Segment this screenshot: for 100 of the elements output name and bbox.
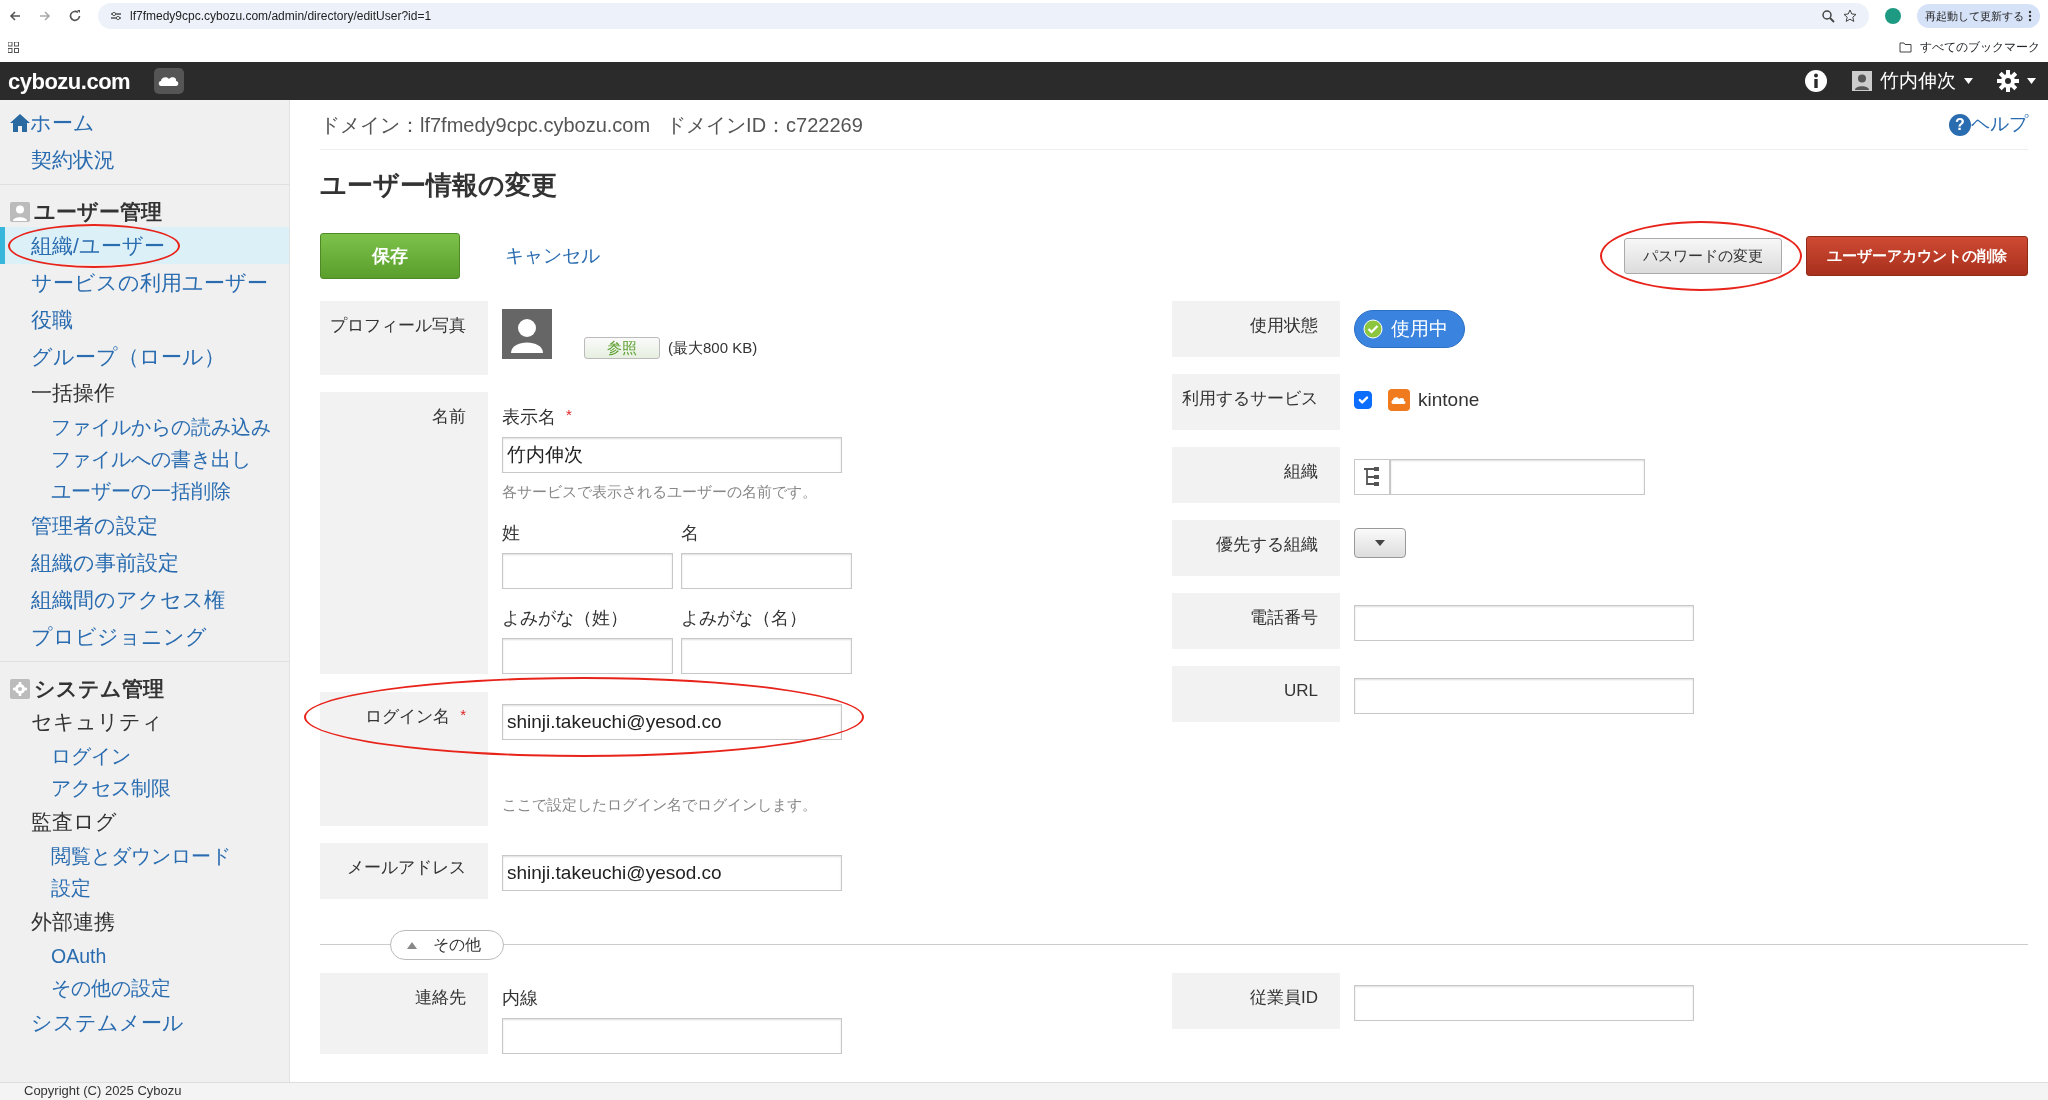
app-logo-icon bbox=[1388, 389, 1410, 412]
sidebar-group-label: 外部連携 bbox=[30, 909, 116, 935]
page-title: ユーザー情報の変更 bbox=[320, 170, 558, 202]
avatar-silhouette-icon bbox=[502, 309, 552, 360]
star-icon[interactable] bbox=[1843, 9, 1857, 23]
sidebar-link[interactable]: 設定 bbox=[0, 872, 289, 904]
field-label: ログイン名 bbox=[365, 705, 451, 728]
domain-id-text: ドメインID：c722269 bbox=[666, 112, 863, 138]
delete-account-button[interactable]: ユーザーアカウントの削除 bbox=[1806, 236, 2028, 277]
field-label: 優先する組織 bbox=[1216, 534, 1318, 557]
text-field[interactable] bbox=[1390, 459, 1645, 496]
service-checkbox[interactable] bbox=[1354, 391, 1372, 410]
url-text: lf7fmedy9cpc.cybozu.com/admin/directory/editUser?id=1 bbox=[130, 8, 433, 25]
info-icon[interactable] bbox=[1804, 69, 1828, 93]
site-info-icon[interactable] bbox=[110, 10, 122, 22]
dropdown-button[interactable] bbox=[1354, 528, 1406, 559]
sidebar-link[interactable]: その他の設定 bbox=[0, 972, 289, 1004]
sidebar-link[interactable]: 組織の事前設定 bbox=[0, 544, 289, 581]
field-label: メールアドレス bbox=[347, 857, 466, 880]
section-heading: システム管理 bbox=[34, 676, 164, 702]
status-toggle[interactable]: 使用中 bbox=[1354, 310, 1465, 349]
sidebar-link[interactable]: OAuth bbox=[0, 940, 289, 972]
home-icon[interactable] bbox=[10, 113, 30, 132]
sidebar-link[interactable]: ログイン bbox=[0, 740, 289, 772]
caret-icon bbox=[1375, 540, 1385, 547]
help-link[interactable]: ? ヘルプ bbox=[1949, 110, 2028, 139]
text-field[interactable] bbox=[502, 637, 673, 674]
field-label: プロフィール写真 bbox=[330, 315, 466, 338]
browse-button[interactable]: 参照 bbox=[584, 337, 660, 360]
reload-icon[interactable] bbox=[68, 9, 82, 23]
sidebar-link[interactable]: 管理者の設定 bbox=[0, 507, 289, 544]
sidebar-link[interactable]: 組織間のアクセス権 bbox=[0, 581, 289, 618]
more-icon[interactable] bbox=[2028, 10, 2032, 22]
field-label: URL bbox=[1284, 680, 1318, 703]
sidebar-group-label: 一括操作 bbox=[30, 380, 116, 406]
hint-text: ここで設定したログイン名でログインします。 bbox=[502, 794, 818, 815]
text-field[interactable] bbox=[681, 552, 852, 589]
text-field[interactable] bbox=[1354, 605, 1694, 642]
text-field[interactable] bbox=[1354, 985, 1694, 1022]
sidebar-link[interactable]: サービスの利用ユーザー bbox=[0, 264, 289, 301]
user-menu[interactable]: 竹内伸次 bbox=[1852, 66, 1973, 96]
sidebar-link[interactable]: 契約状況 bbox=[0, 141, 289, 178]
update-button[interactable]: 再起動して更新する bbox=[1917, 4, 2040, 28]
help-icon[interactable]: ? bbox=[1949, 113, 1971, 136]
file-size-note: (最大800 KB) bbox=[668, 337, 758, 358]
profile-avatar-icon[interactable] bbox=[1885, 8, 1901, 24]
sidebar-link[interactable]: グループ（ロール） bbox=[0, 338, 289, 375]
triangle-up-icon[interactable] bbox=[407, 941, 417, 949]
other-section-toggle[interactable]: その他 bbox=[390, 930, 504, 961]
sidebar-link[interactable]: 閲覧とダウンロード bbox=[0, 840, 289, 872]
text-field[interactable] bbox=[502, 1018, 842, 1055]
sidebar-link[interactable]: 役職 bbox=[0, 301, 289, 338]
bookmarks-link[interactable]: すべてのブックマーク bbox=[1899, 38, 2040, 56]
field-label: 表示名 bbox=[502, 406, 556, 430]
apps-grid-icon[interactable] bbox=[8, 41, 19, 53]
cloud-logo-icon[interactable] bbox=[154, 68, 185, 94]
text-field[interactable]: 竹内伸次 bbox=[502, 437, 842, 474]
settings-icon[interactable] bbox=[1997, 70, 2019, 92]
field-label: 組織 bbox=[1284, 461, 1318, 484]
service-name: kintone bbox=[1418, 388, 1480, 413]
field-label: 従業員ID bbox=[1250, 987, 1318, 1010]
text-field[interactable]: shinji.takeuchi@yesod.co bbox=[502, 703, 842, 740]
org-tree-icon[interactable] bbox=[1354, 459, 1390, 496]
field-label: 利用するサービス bbox=[1182, 388, 1318, 411]
text-field[interactable] bbox=[1354, 678, 1694, 715]
field-label: 内線 bbox=[502, 987, 539, 1011]
text-field[interactable]: shinji.takeuchi@yesod.co bbox=[502, 855, 842, 892]
sidebar-group-label: 監査ログ bbox=[30, 809, 118, 835]
field-label: 使用状態 bbox=[1250, 315, 1318, 338]
change-password-button[interactable]: パスワードの変更 bbox=[1624, 238, 1782, 275]
text-field[interactable] bbox=[502, 552, 673, 589]
sidebar-link[interactable]: ファイルへの書き出し bbox=[0, 443, 289, 475]
address-bar[interactable]: lf7fmedy9cpc.cybozu.com/admin/directory/editUser?id=1 bbox=[98, 3, 1869, 29]
save-button[interactable]: 保存 bbox=[320, 233, 460, 280]
sidebar-group-label: セキュリティ bbox=[30, 709, 164, 735]
text-field[interactable] bbox=[681, 637, 852, 674]
folder-icon[interactable] bbox=[1899, 41, 1912, 53]
user-icon bbox=[10, 202, 30, 222]
sidebar-link[interactable]: 組織/ユーザー bbox=[0, 227, 289, 264]
required-mark: * bbox=[566, 405, 572, 426]
field-label: 名前 bbox=[432, 406, 466, 429]
logo-text[interactable]: cybozu.com bbox=[8, 64, 131, 98]
field-label: よみがな（姓） bbox=[502, 606, 629, 630]
sidebar-link[interactable]: システムメール bbox=[0, 1004, 289, 1041]
section-heading: ユーザー管理 bbox=[34, 199, 162, 225]
caret-icon[interactable] bbox=[1964, 78, 1973, 84]
sidebar-link[interactable]: ホーム bbox=[0, 104, 289, 141]
field-label: 連絡先 bbox=[415, 987, 466, 1010]
settings-menu[interactable] bbox=[1997, 70, 2036, 92]
domain-text: ドメイン：lf7fmedy9cpc.cybozu.com bbox=[320, 112, 651, 138]
cancel-link[interactable]: キャンセル bbox=[505, 241, 600, 271]
sidebar-link[interactable]: プロビジョニング bbox=[0, 618, 289, 655]
zoom-icon[interactable] bbox=[1821, 9, 1835, 23]
sidebar-link[interactable]: ファイルからの読み込み bbox=[0, 411, 289, 443]
back-icon[interactable] bbox=[8, 9, 22, 23]
sidebar-link[interactable]: ユーザーの一括削除 bbox=[0, 475, 289, 507]
user-icon[interactable] bbox=[1852, 71, 1872, 91]
caret-icon[interactable] bbox=[2027, 78, 2036, 84]
hint-text: 各サービスで表示されるユーザーの名前です。 bbox=[502, 482, 818, 503]
sidebar-link[interactable]: アクセス制限 bbox=[0, 772, 289, 804]
